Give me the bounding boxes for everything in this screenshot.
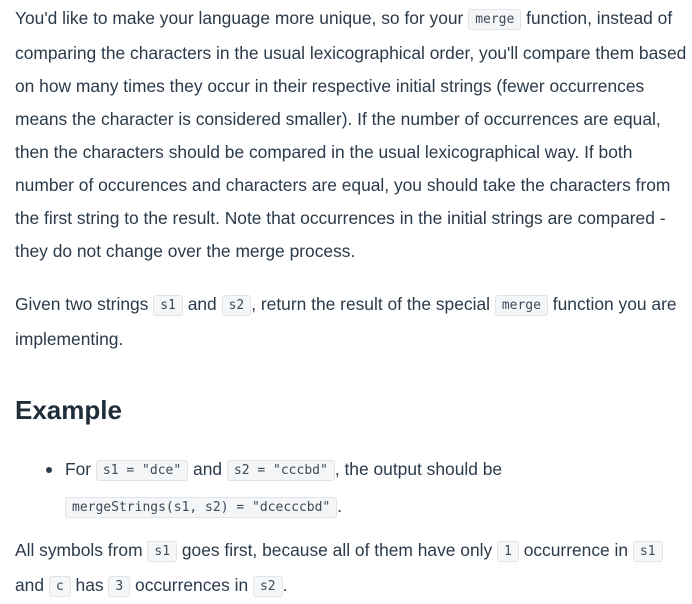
task-paragraph: Given two strings s1 and s2, return the …	[15, 288, 692, 356]
intro-paragraph: You'd like to make your language more un…	[15, 0, 692, 268]
inline-code-expected-output: mergeStrings(s1, s2) = "dcecccbd"	[65, 497, 338, 518]
inline-code-count-1: 1	[497, 541, 519, 562]
text: occurrence in	[518, 540, 633, 560]
inline-code-s2-value: s2 = "cccbd"	[226, 460, 335, 481]
text: For	[65, 459, 96, 479]
inline-code-merge: merge	[494, 295, 548, 316]
text: .	[337, 496, 343, 516]
list-item: For s1 = "dce" and s2 = "cccbd", the out…	[46, 452, 692, 526]
text: , the output should be	[334, 459, 503, 479]
inline-code-s1-value: s1 = "dce"	[95, 460, 189, 481]
text: function, instead of comparing the chara…	[15, 8, 687, 261]
inline-code-merge: merge	[468, 9, 522, 30]
inline-code-s2: s2	[252, 576, 283, 597]
bullet-icon	[46, 467, 52, 473]
text: Given two strings	[15, 294, 154, 314]
text: All symbols from	[15, 540, 148, 560]
inline-code-c: c	[48, 576, 71, 597]
example-heading: Example	[15, 395, 122, 425]
text: has	[70, 575, 109, 595]
text: goes first, because all of them have onl…	[177, 540, 498, 560]
text: , return the result of the special	[251, 294, 495, 314]
inline-code-s1: s1	[632, 541, 663, 562]
inline-code-s1: s1	[153, 295, 183, 316]
explanation-paragraph: All symbols from s1 goes first, because …	[15, 534, 692, 604]
inline-code-s2: s2	[221, 295, 252, 316]
example-list: For s1 = "dce" and s2 = "cccbd", the out…	[15, 452, 692, 526]
inline-code-s1: s1	[147, 541, 178, 562]
text: and	[15, 575, 49, 595]
problem-description: You'd like to make your language more un…	[15, 0, 692, 604]
text: and	[182, 294, 222, 314]
text: occurrences in	[130, 575, 253, 595]
inline-code-count-3: 3	[108, 576, 131, 597]
text: You'd like to make your language more un…	[15, 8, 469, 28]
text: and	[188, 459, 227, 479]
text: .	[282, 575, 288, 595]
